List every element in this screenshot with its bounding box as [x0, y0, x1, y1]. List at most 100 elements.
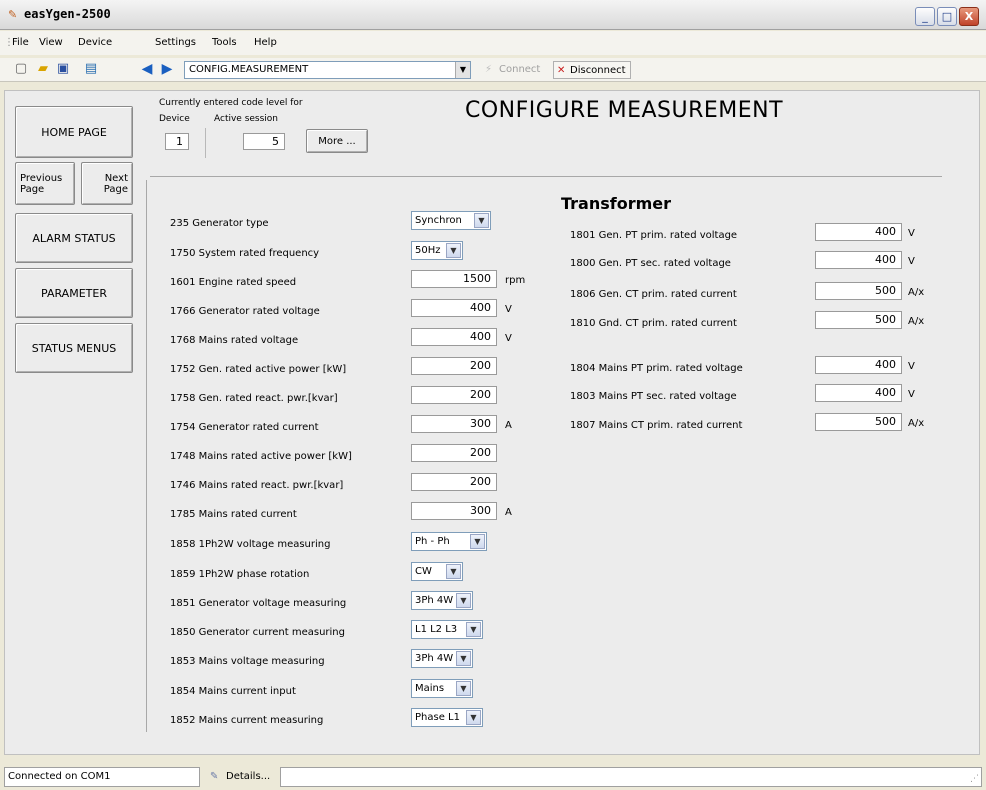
print-preview-icon[interactable]: ▤ — [82, 60, 100, 78]
minimize-button[interactable]: _ — [915, 7, 935, 26]
param-select[interactable]: L1 L2 L3 ▼ — [411, 620, 483, 639]
transformer-param-input[interactable]: 500 — [815, 413, 902, 431]
transformer-param-input[interactable]: 400 — [815, 384, 902, 402]
more-button[interactable]: More ... — [306, 129, 368, 153]
param-label: 1768 Mains rated voltage — [170, 335, 299, 346]
previous-page-button[interactable]: Previous Page — [15, 162, 75, 205]
close-button[interactable]: X — [959, 7, 979, 26]
chevron-down-icon[interactable]: ▼ — [446, 564, 461, 579]
transformer-param-unit: V — [908, 228, 915, 239]
param-select-value: Ph - Ph — [415, 536, 450, 547]
chevron-down-icon[interactable]: ▼ — [456, 681, 471, 696]
menu-settings[interactable]: Settings — [155, 37, 196, 48]
transformer-param-label: 1807 Mains CT prim. rated current — [570, 420, 743, 431]
alarm-status-button[interactable]: ALARM STATUS — [15, 213, 133, 263]
plug-icon: ⚡ — [485, 64, 493, 75]
forward-arrow-icon[interactable]: ▶ — [158, 60, 176, 78]
transformer-param-input[interactable]: 500 — [815, 282, 902, 300]
chevron-down-icon[interactable]: ▼ — [466, 622, 481, 637]
param-unit: V — [505, 304, 512, 315]
status-menus-button[interactable]: STATUS MENUS — [15, 323, 133, 373]
transformer-title: Transformer — [561, 194, 672, 213]
param-input[interactable]: 200 — [411, 386, 497, 404]
param-select[interactable]: 3Ph 4W ▼ — [411, 591, 473, 610]
parameter-button[interactable]: PARAMETER — [15, 268, 133, 318]
transformer-param-label: 1801 Gen. PT prim. rated voltage — [570, 230, 738, 241]
transformer-param-label: 1806 Gen. CT prim. rated current — [570, 289, 737, 300]
code-level-caption: Currently entered code level for — [159, 98, 303, 108]
menu-bar: ⋮ File View Device Settings Tools Help — [0, 31, 986, 55]
chevron-down-icon[interactable]: ▼ — [455, 62, 470, 78]
param-label: 1853 Mains voltage measuring — [170, 656, 325, 667]
chevron-down-icon[interactable]: ▼ — [446, 243, 461, 258]
status-pane-empty — [280, 767, 982, 787]
save-icon[interactable]: ▣ — [54, 60, 72, 78]
transformer-param-input[interactable]: 400 — [815, 223, 902, 241]
menu-tools[interactable]: Tools — [212, 37, 237, 48]
open-folder-icon[interactable]: ▰ — [34, 60, 52, 78]
details-button[interactable]: ✎ Details... — [210, 768, 270, 786]
chevron-down-icon[interactable]: ▼ — [470, 534, 485, 549]
menu-view[interactable]: View — [39, 37, 63, 48]
connection-status: Connected on COM1 — [4, 767, 200, 787]
previous-page-label: Previous Page — [20, 172, 63, 195]
param-select[interactable]: Mains ▼ — [411, 679, 473, 698]
menu-file[interactable]: File — [12, 37, 29, 48]
horizontal-divider — [150, 176, 942, 177]
param-input[interactable]: 200 — [411, 444, 497, 462]
menu-help[interactable]: Help — [254, 37, 277, 48]
param-select[interactable]: Phase L1 ▼ — [411, 708, 483, 727]
transformer-param-input[interactable]: 400 — [815, 356, 902, 374]
param-label: 1750 System rated frequency — [170, 248, 320, 259]
param-select[interactable]: Synchron ▼ — [411, 211, 491, 230]
chevron-down-icon[interactable]: ▼ — [456, 651, 471, 666]
status-bar: Connected on COM1 ✎ Details... ⋰ — [0, 764, 986, 790]
transformer-param-unit: A/x — [908, 316, 925, 327]
active-session-label: Active session — [214, 114, 279, 124]
param-input[interactable]: 300 — [411, 502, 497, 520]
transformer-param-input[interactable]: 400 — [815, 251, 902, 269]
transformer-param-unit: A/x — [908, 287, 925, 298]
chevron-down-icon[interactable]: ▼ — [456, 593, 471, 608]
transformer-param-input[interactable]: 500 — [815, 311, 902, 329]
connect-button[interactable]: ⚡ Connect — [483, 61, 540, 79]
param-select[interactable]: Ph - Ph ▼ — [411, 532, 487, 551]
param-select[interactable]: 50Hz ▼ — [411, 241, 463, 260]
menu-device[interactable]: Device — [78, 37, 112, 48]
new-file-icon[interactable]: ▢ — [12, 60, 30, 78]
transformer-param-unit: V — [908, 256, 915, 267]
address-combo[interactable]: CONFIG.MEASUREMENT ▼ — [184, 61, 471, 79]
chevron-down-icon[interactable]: ▼ — [466, 710, 481, 725]
transformer-param-label: 1803 Mains PT sec. rated voltage — [570, 391, 737, 402]
details-icon: ✎ — [210, 771, 219, 782]
maximize-button[interactable]: □ — [937, 7, 957, 26]
param-select-value: 3Ph 4W — [415, 595, 454, 606]
next-page-button[interactable]: Next Page — [81, 162, 133, 205]
param-input[interactable]: 400 — [411, 328, 497, 346]
transformer-param-unit: A/x — [908, 418, 925, 429]
param-select[interactable]: CW ▼ — [411, 562, 463, 581]
device-label: Device — [159, 114, 190, 124]
param-unit: A — [505, 507, 512, 518]
home-page-button[interactable]: HOME PAGE — [15, 106, 133, 158]
param-input[interactable]: 200 — [411, 473, 497, 491]
disconnect-label: Disconnect — [570, 65, 626, 76]
param-select[interactable]: 3Ph 4W ▼ — [411, 649, 473, 668]
disconnect-button[interactable]: ✕ Disconnect — [553, 61, 631, 79]
transformer-param-unit: V — [908, 389, 915, 400]
window-title: easYgen-2500 — [24, 7, 111, 21]
param-unit: V — [505, 333, 512, 344]
chevron-down-icon[interactable]: ▼ — [474, 213, 489, 228]
param-input[interactable]: 400 — [411, 299, 497, 317]
param-input[interactable]: 300 — [411, 415, 497, 433]
address-value: CONFIG.MEASUREMENT — [189, 64, 309, 75]
app-icon: ✎ — [8, 8, 18, 21]
resize-grip-icon[interactable]: ⋰ — [970, 774, 979, 784]
code-level-separator — [205, 128, 206, 158]
details-label: Details... — [226, 771, 271, 782]
param-select-value: Phase L1 — [415, 712, 460, 723]
param-input[interactable]: 200 — [411, 357, 497, 375]
disconnect-icon: ✕ — [557, 65, 566, 76]
back-arrow-icon[interactable]: ◀ — [138, 60, 156, 78]
param-input[interactable]: 1500 — [411, 270, 497, 288]
